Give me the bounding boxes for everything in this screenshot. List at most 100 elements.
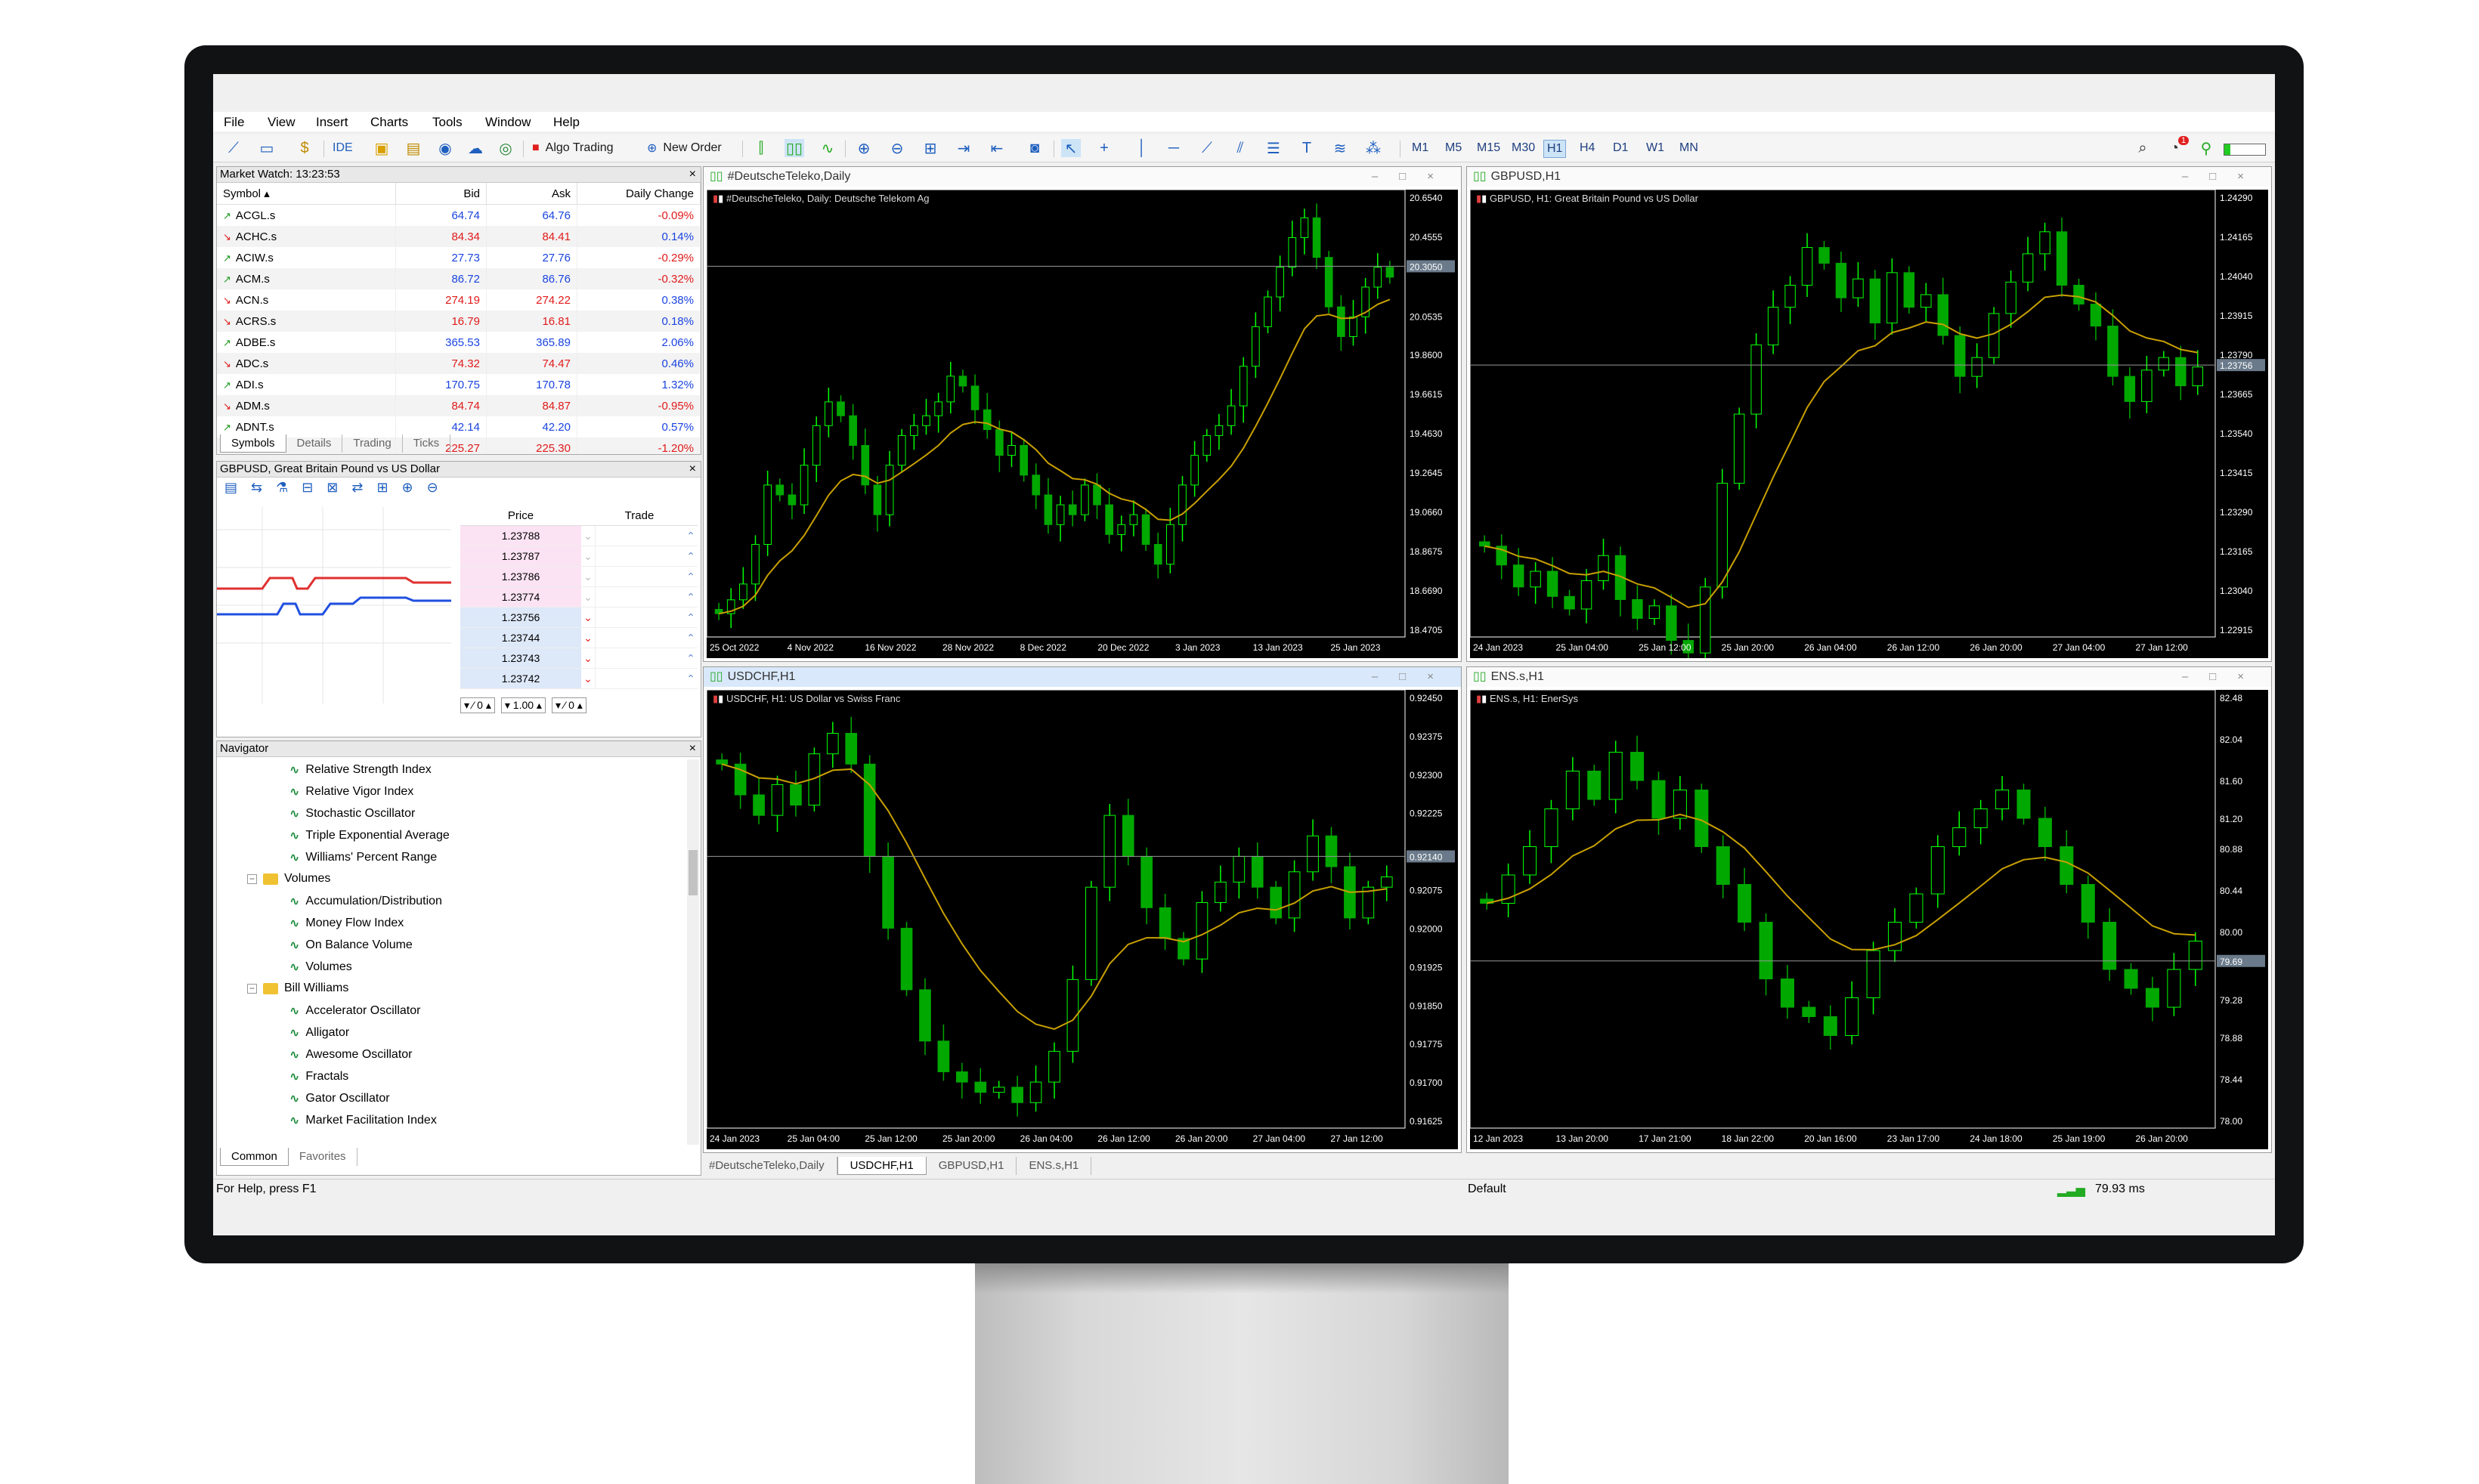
chevron-up-icon[interactable]: ⌃ <box>684 628 698 648</box>
trendline-icon[interactable]: ⟋ <box>1197 139 1217 157</box>
chevron-icon[interactable]: ⌄ <box>581 587 595 607</box>
window-controls[interactable]: –□× <box>1372 167 1455 187</box>
navigator-scrollbar[interactable] <box>687 759 699 1145</box>
col-symbol[interactable]: Symbol ▴ <box>217 183 396 205</box>
tf-d1[interactable]: D1 <box>1610 140 1631 156</box>
chart-window-title[interactable]: ▯▯ USDCHF,H1 –□× <box>704 667 1461 687</box>
candle-chart-icon[interactable]: ▯▯ <box>785 139 804 157</box>
line-chart-icon[interactable]: ∿ <box>818 139 837 157</box>
tf-m1[interactable]: M1 <box>1409 140 1431 156</box>
chart-tab-gbpusd[interactable]: GBPUSD,H1 <box>927 1157 1017 1175</box>
navigator-folder[interactable]: − Volumes <box>247 872 330 886</box>
navigator-folder[interactable]: − Bill Williams <box>247 982 348 995</box>
menu-tools[interactable]: Tools <box>432 115 463 130</box>
bid-level[interactable]: 1.23743 ⌄ ⌃ <box>460 648 698 669</box>
vps-icon[interactable]: ◎ <box>496 139 515 157</box>
algo-trading-button[interactable]: ■ Algo Trading <box>532 138 614 159</box>
chart-canvas[interactable]: 20.6540 20.4555 20.3050 20.0535 19.8600 19.66… <box>707 190 1458 658</box>
cloud-icon[interactable]: ☁ <box>466 139 485 157</box>
tab-favorites[interactable]: Favorites <box>289 1148 357 1166</box>
tf-h4[interactable]: H4 <box>1577 140 1598 156</box>
depth-toolbar-icons[interactable]: ▤⇆⚗⊟⊠⇄⊞⊕⊖ <box>224 480 452 496</box>
chevron-up-icon[interactable]: ⌃ <box>684 648 698 668</box>
chart-tab-ens[interactable]: ENS.s,H1 <box>1017 1157 1092 1175</box>
close-icon[interactable]: × <box>689 167 696 182</box>
menu-view[interactable]: View <box>268 115 296 130</box>
sl-input[interactable]: ▾ ⁄ 0 ▴ <box>460 697 495 713</box>
navigator-indicator[interactable]: ∿ Alligator <box>289 1025 349 1040</box>
menu-charts[interactable]: Charts <box>370 115 408 130</box>
navigator-indicator[interactable]: ∿ Williams' Percent Range <box>289 850 437 865</box>
menu-file[interactable]: File <box>224 115 244 130</box>
market-watch-row[interactable]: ↘ ADC.s 74.32 74.47 0.46% <box>217 353 701 374</box>
ask-level[interactable]: 1.23786 ⌄ ⌃ <box>460 567 698 587</box>
navigator-indicator[interactable]: ∿ Market Facilitation Index <box>289 1113 437 1128</box>
navigator-indicator[interactable]: ∿ On Balance Volume <box>289 938 413 953</box>
chevron-icon[interactable]: ⌄ <box>581 608 595 627</box>
chevron-up-icon[interactable]: ⌃ <box>684 669 698 688</box>
close-icon[interactable]: × <box>689 462 696 477</box>
market-watch-row[interactable]: ↗ ACM.s 86.72 86.76 -0.32% <box>217 268 701 289</box>
navigator-indicator[interactable]: ∿ Accumulation/Distribution <box>289 894 442 909</box>
window-controls[interactable]: –□× <box>2182 667 2265 687</box>
tf-m30[interactable]: M30 <box>1509 140 1538 156</box>
tf-w1[interactable]: W1 <box>1643 140 1667 156</box>
chevron-icon[interactable]: ⌄ <box>581 669 595 688</box>
navigator-indicator[interactable]: ∿ Gator Oscillator <box>289 1091 390 1106</box>
new-chart-icon[interactable]: ⟋ <box>224 139 243 157</box>
market-watch-row[interactable]: ↘ ACN.s 274.19 274.22 0.38% <box>217 289 701 311</box>
tab-trading[interactable]: Trading <box>342 434 403 453</box>
ask-level[interactable]: 1.23787 ⌄ ⌃ <box>460 546 698 567</box>
horizontal-line-icon[interactable]: ─ <box>1164 139 1184 157</box>
chart-window-gbpusd[interactable]: ▯▯ GBPUSD,H1 –□× 1.24290 1.24165 1.24040 1.2… <box>1466 166 2272 662</box>
signal-icon[interactable]: ◉ <box>435 139 455 157</box>
bar-chart-icon[interactable]: ⫿ <box>751 139 771 157</box>
bid-level[interactable]: 1.23744 ⌄ ⌃ <box>460 628 698 648</box>
deposit-icon[interactable]: $ <box>295 139 314 157</box>
vertical-line-icon[interactable]: │ <box>1132 139 1152 157</box>
market-watch-row[interactable]: ↗ ACIW.s 27.73 27.76 -0.29% <box>217 247 701 268</box>
navigator-indicator[interactable]: ∿ Stochastic Oscillator <box>289 806 415 821</box>
zoom-out-icon[interactable]: ⊖ <box>887 139 907 157</box>
chevron-up-icon[interactable]: ⌃ <box>684 546 698 566</box>
menu-window[interactable]: Window <box>485 115 531 130</box>
zoom-in-icon[interactable]: ⊕ <box>854 139 874 157</box>
chart-tab-usdchf[interactable]: USDCHF,H1 <box>837 1157 927 1175</box>
navigator-indicator[interactable]: ∿ Awesome Oscillator <box>289 1047 413 1062</box>
chart-canvas[interactable]: 1.24290 1.24165 1.24040 1.23915 1.23790 1.236… <box>1470 190 2268 658</box>
tab-symbols[interactable]: Symbols <box>220 434 286 453</box>
market-watch-row[interactable]: ↗ ADI.s 170.75 170.78 1.32% <box>217 374 701 395</box>
navigator-indicator[interactable]: ∿ Fractals <box>289 1069 348 1084</box>
col-bid[interactable]: Bid <box>395 183 487 205</box>
close-icon[interactable]: × <box>689 741 696 756</box>
tf-mn[interactable]: MN <box>1676 140 1701 156</box>
col-ask[interactable]: Ask <box>486 183 577 205</box>
menu-insert[interactable]: Insert <box>316 115 348 130</box>
chevron-up-icon[interactable]: ⌃ <box>684 526 698 546</box>
crosshair-icon[interactable]: + <box>1094 139 1114 157</box>
shapes-icon[interactable]: ⁂ <box>1363 139 1383 157</box>
navigator-indicator[interactable]: ∿ Accelerator Oscillator <box>289 1003 420 1019</box>
bid-level[interactable]: 1.23742 ⌄ ⌃ <box>460 669 698 689</box>
fibonacci-icon[interactable]: ☰ <box>1264 139 1283 157</box>
search-icon[interactable]: ⌕ <box>2133 139 2152 157</box>
collapse-icon[interactable]: − <box>247 983 257 994</box>
window-controls[interactable]: –□× <box>2182 167 2265 187</box>
navigator-indicator[interactable]: ∿ Volumes <box>289 960 352 975</box>
chart-window-usdchf[interactable]: ▯▯ USDCHF,H1 –□× 0.92450 0.92375 0.92300 0.9… <box>703 666 1462 1153</box>
tab-details[interactable]: Details <box>286 434 343 453</box>
market-watch-row[interactable]: ↘ ADM.s 84.74 84.87 -0.95% <box>217 395 701 416</box>
market-watch-row[interactable]: ↗ ACGL.s 64.74 64.76 -0.09% <box>217 204 701 226</box>
collapse-icon[interactable]: − <box>247 873 257 884</box>
chevron-icon[interactable]: ⌄ <box>581 628 595 648</box>
window-controls[interactable]: –□× <box>1372 667 1455 687</box>
chevron-up-icon[interactable]: ⌃ <box>684 608 698 627</box>
chevron-icon[interactable]: ⌄ <box>581 546 595 566</box>
new-order-button[interactable]: ⊕ New Order <box>647 138 722 159</box>
navigator-indicator[interactable]: ∿ Relative Vigor Index <box>289 784 413 799</box>
ask-level[interactable]: 1.23788 ⌄ ⌃ <box>460 526 698 546</box>
tf-m15[interactable]: M15 <box>1474 140 1503 156</box>
menu-help[interactable]: Help <box>553 115 580 130</box>
screenshot-icon[interactable]: ◙ <box>1025 139 1045 157</box>
col-daily-change[interactable]: Daily Change <box>577 183 701 205</box>
